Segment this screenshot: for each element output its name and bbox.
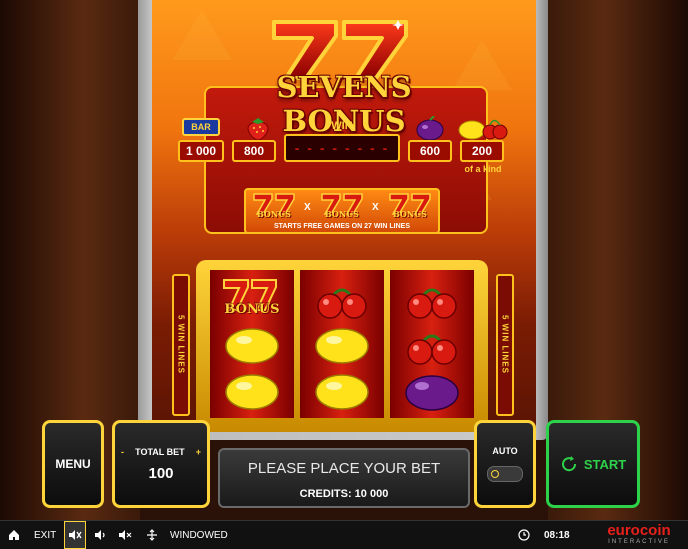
total-bet-value: 100 (148, 464, 174, 482)
total-bet-panel: - TOTAL BET + 100 (112, 420, 210, 508)
brand-logo: eurocoin INTERACTIVE (596, 521, 682, 549)
paytable-plum-value: 600 (408, 140, 452, 162)
turbo-icon (69, 530, 82, 540)
mute-button[interactable] (118, 521, 132, 549)
win-lines-left: 5 WIN LINES (172, 274, 190, 416)
plum-icon (416, 116, 444, 140)
auto-button[interactable]: AUTO (474, 420, 536, 508)
x-sign: X (372, 202, 379, 213)
x-sign: X (304, 202, 311, 213)
plum-icon (405, 375, 459, 411)
bottom-bar: EXIT WINDOWED 08:18 eurocoin INTERACTIVE (0, 520, 688, 549)
cherry-icon (407, 288, 457, 319)
bonus-word: BONUS (325, 209, 359, 219)
paytable-strawberry-value: 800 (232, 140, 276, 162)
brand-sub: INTERACTIVE (608, 539, 670, 545)
exit-label: EXIT (34, 529, 57, 541)
exit-button[interactable]: EXIT (8, 521, 56, 549)
bet-message: PLEASE PLACE YOUR BET (247, 460, 441, 477)
start-button[interactable]: START (546, 420, 640, 508)
win-title: WIN (331, 120, 353, 132)
bonus-row: BONUS X BONUS X BONUS STARTS FREE GAMES … (244, 188, 440, 234)
turbo-button[interactable] (64, 521, 86, 549)
clock: 08:18 (518, 521, 570, 549)
message-panel: PLEASE PLACE YOUR BET CREDITS: 10 000 (218, 448, 470, 508)
win-display: - - - - - - - - (284, 134, 400, 162)
paytable-bar-value: 1 000 (178, 140, 224, 162)
bar-label: BAR (191, 122, 211, 132)
clock-icon (518, 529, 530, 541)
lemon-icon (225, 374, 279, 410)
cherry-icon (317, 288, 367, 319)
bonus-note: STARTS FREE GAMES ON 27 WIN LINES (274, 223, 410, 230)
start-label: START (583, 456, 627, 472)
lemon-icon (225, 328, 279, 364)
bar-symbol: BAR (182, 118, 220, 136)
bet-minus-button[interactable]: - (121, 447, 124, 457)
total-bet-label: TOTAL BET (135, 446, 185, 457)
refresh-icon (561, 456, 576, 472)
volume-button[interactable] (94, 521, 108, 549)
credits-display: CREDITS: 10 000 (299, 488, 389, 500)
menu-button[interactable]: MENU (42, 420, 104, 508)
mute-icon (119, 530, 132, 540)
lemon-cherry-icon (458, 119, 508, 140)
home-icon (9, 530, 19, 540)
total-bet-header: - TOTAL BET + (121, 447, 201, 457)
win-lines-right: 5 WIN LINES (496, 274, 514, 416)
menu-label: MENU (55, 457, 91, 471)
fullscreen-icon (147, 529, 157, 541)
windowed-label: WINDOWED (170, 529, 228, 541)
paytable-lemon-value: 200 (460, 140, 504, 162)
auto-label: AUTO (492, 446, 518, 456)
bonus-word: BONUS (257, 209, 291, 219)
volume-icon (95, 530, 105, 540)
clock-time: 08:18 (544, 529, 570, 541)
bet-plus-button[interactable]: + (196, 447, 201, 457)
toggle-icon[interactable] (487, 466, 523, 482)
of-a-kind-label: of a kind (464, 164, 502, 174)
lemon-icon (315, 328, 369, 364)
bg-triangle (172, 10, 232, 60)
reel-bonus-word: BONUS (224, 302, 280, 317)
bonus-word: BONUS (393, 209, 427, 219)
strawberry-icon (247, 118, 269, 140)
brand-name: eurocoin (607, 522, 671, 539)
lemon-icon (315, 374, 369, 410)
cherry-icon (407, 334, 457, 365)
windowed-button[interactable]: WINDOWED (146, 521, 228, 549)
